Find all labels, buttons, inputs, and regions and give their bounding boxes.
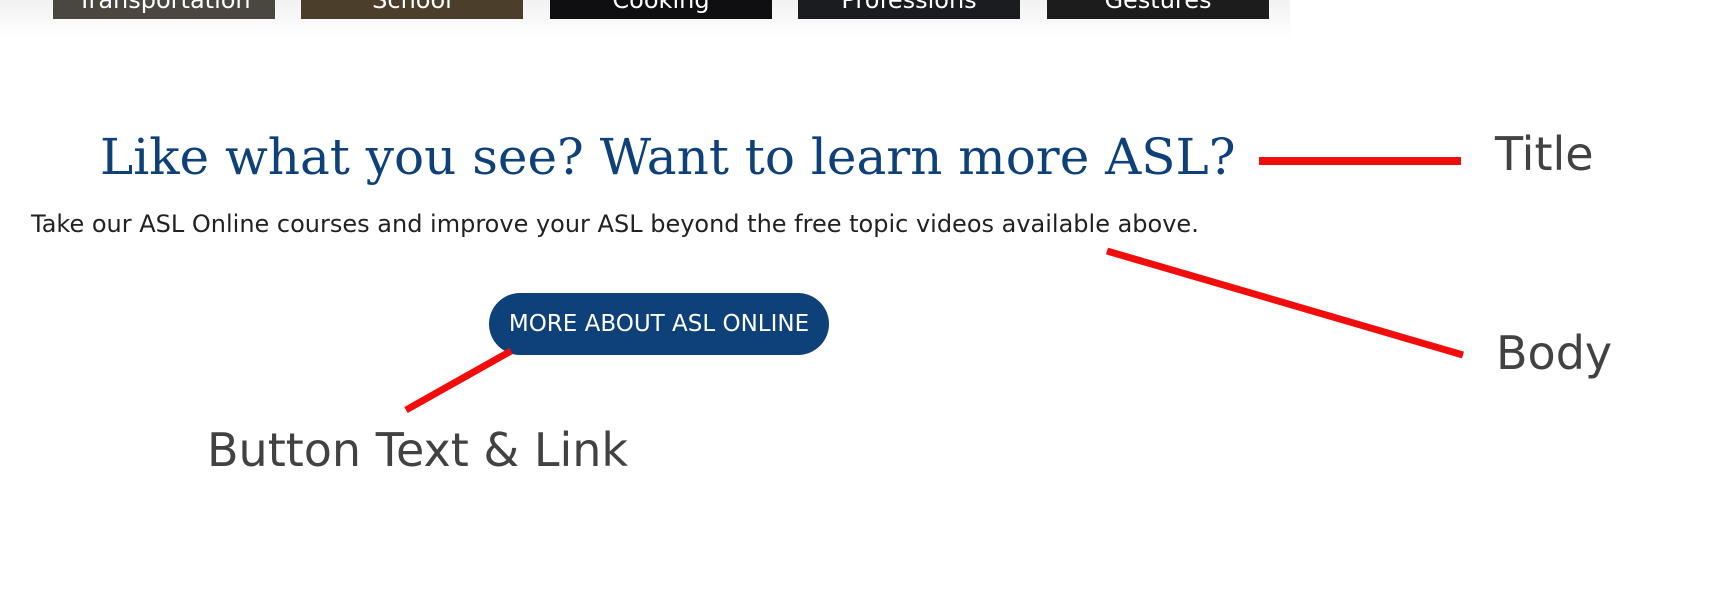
title-annotation-label: Title — [1495, 127, 1594, 181]
annotation-lines — [404, 157, 1464, 414]
button-annotation-label: Button Text & Link — [207, 423, 629, 477]
button-annotation-line — [404, 347, 513, 414]
body-annotation-label: Body — [1496, 326, 1613, 380]
body-annotation-line — [1106, 247, 1464, 359]
